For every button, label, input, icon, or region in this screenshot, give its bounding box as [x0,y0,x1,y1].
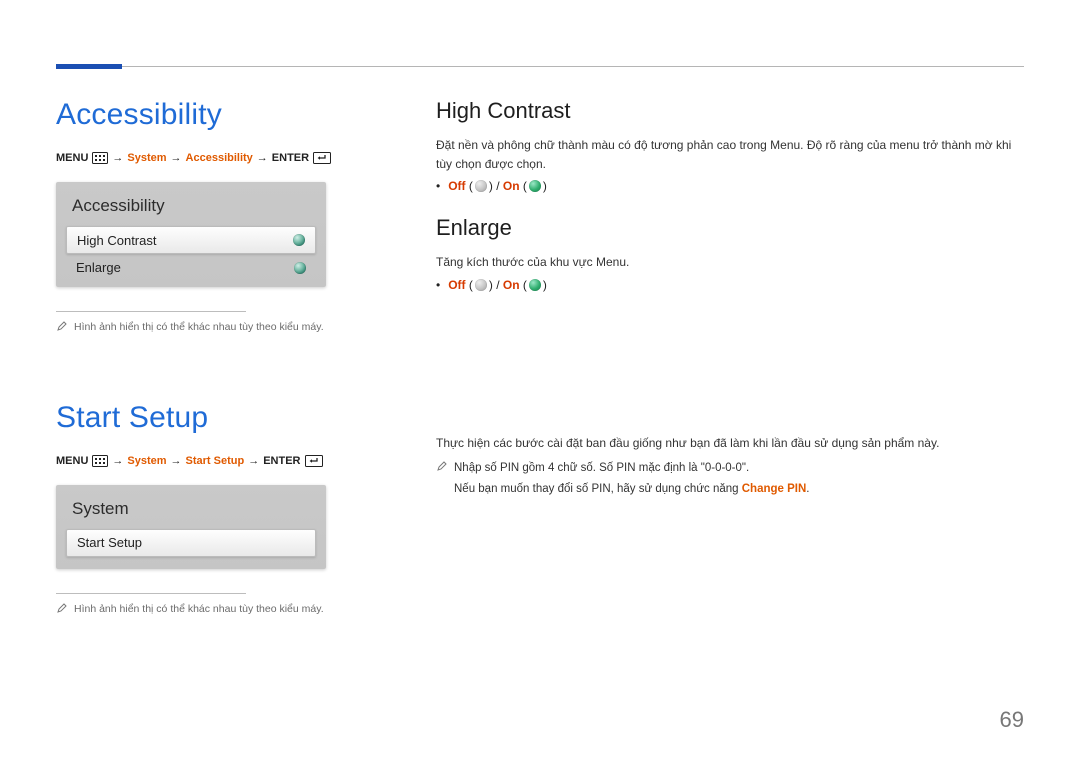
pencil-icon [436,460,448,477]
arrow-icon: → [171,455,182,467]
divider [56,311,246,312]
subheading-high-contrast: High Contrast [436,98,1024,124]
note-row: Nếu bạn muốn thay đổi số PIN, hãy sử dụn… [436,481,1024,497]
path-system: System [127,152,166,164]
start-setup-desc: Thực hiện các bước cài đặt ban đầu giống… [436,434,1024,453]
menu-label: MENU [56,455,88,467]
dot-on-icon [529,279,541,291]
section-title-accessibility: Accessibility [56,98,396,132]
footnote: Hình ảnh hiển thị có thể khác nhau tùy t… [56,320,396,337]
panel-title: System [66,495,316,529]
dot-off-icon [475,279,487,291]
change-pin-link: Change PIN [742,483,807,495]
enter-icon [313,152,331,164]
enlarge-desc: Tăng kích thước của khu vực Menu. [436,253,1024,272]
opt-off-label: Off [448,179,465,193]
path-system: System [127,455,166,467]
paren: ) [489,179,493,193]
path-accessibility: Accessibility [186,152,253,164]
opt-on-label: On [503,179,520,193]
note-text: Nếu bạn muốn thay đổi số PIN, hãy sử dụn… [454,481,810,497]
option-row: Off () / On () [436,278,1024,292]
menu-path-start-setup: MENU → System → Start Setup → ENTER [56,455,396,467]
footnote: Hình ảnh hiển thị có thể khác nhau tùy t… [56,602,396,619]
divider [56,593,246,594]
enter-label: ENTER [272,152,309,164]
menu-path-accessibility: MENU → System → Accessibility → ENTER [56,152,396,164]
arrow-icon: → [248,455,259,467]
opt-sep: / [496,278,503,292]
pencil-icon [56,320,68,337]
panel-item-high-contrast[interactable]: High Contrast [66,226,316,254]
option-row: Off () / On () [436,179,1024,193]
paren: ) [543,278,547,292]
note-text: Nhập số PIN gồm 4 chữ số. Số PIN mặc địn… [454,460,749,476]
menu-label: MENU [56,152,88,164]
page-number: 69 [1000,707,1024,733]
opt-on-label: On [503,278,520,292]
panel-item-enlarge[interactable]: Enlarge [66,254,316,275]
paren: ( [523,179,527,193]
dot-on-icon [529,180,541,192]
footnote-text: Hình ảnh hiển thị có thể khác nhau tùy t… [74,320,324,335]
paren: ( [523,278,527,292]
status-dot-icon [293,234,305,246]
dot-off-icon [475,180,487,192]
enter-label: ENTER [263,455,300,467]
pencil-icon [56,602,68,619]
subheading-enlarge: Enlarge [436,215,1024,241]
note-row: Nhập số PIN gồm 4 chữ số. Số PIN mặc địn… [436,460,1024,477]
paren: ( [469,278,473,292]
opt-sep: / [496,179,503,193]
header-accent [56,64,122,69]
menu-grid-icon [92,455,108,467]
arrow-icon: → [257,152,268,164]
header-rule [56,66,1024,67]
panel-item-start-setup[interactable]: Start Setup [66,529,316,557]
panel-item-label: Enlarge [76,260,121,275]
accessibility-panel: Accessibility High Contrast Enlarge [56,182,326,287]
footnote-text: Hình ảnh hiển thị có thể khác nhau tùy t… [74,602,324,617]
menu-grid-icon [92,152,108,164]
paren: ( [469,179,473,193]
arrow-icon: → [112,455,123,467]
paren: ) [543,179,547,193]
arrow-icon: → [112,152,123,164]
high-contrast-desc: Đặt nền và phông chữ thành màu có độ tươ… [436,136,1024,173]
start-setup-panel: System Start Setup [56,485,326,569]
arrow-icon: → [171,152,182,164]
panel-title: Accessibility [66,192,316,226]
paren: ) [489,278,493,292]
enter-icon [305,455,323,467]
opt-off-label: Off [448,278,465,292]
status-dot-icon [294,262,306,274]
panel-item-label: Start Setup [77,535,142,550]
path-start-setup: Start Setup [186,455,245,467]
panel-item-label: High Contrast [77,233,156,248]
section-title-start-setup: Start Setup [56,401,396,435]
